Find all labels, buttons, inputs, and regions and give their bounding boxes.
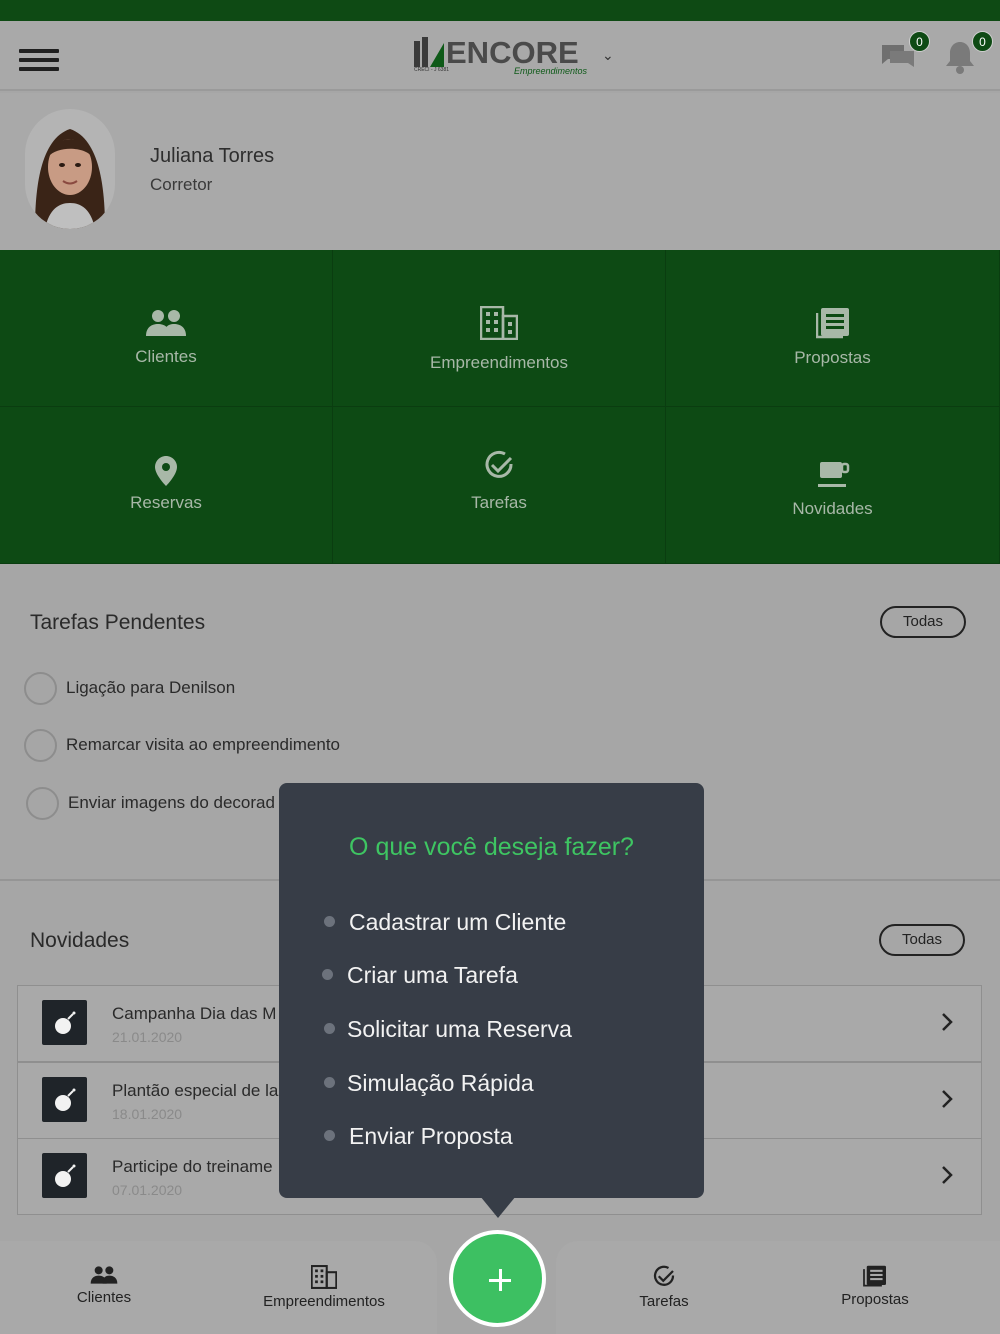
location-pin-icon (155, 456, 177, 486)
bullet-icon (324, 1130, 335, 1142)
tile-label: Empreendimentos (430, 353, 568, 372)
avatar-image (25, 109, 115, 229)
tile-clientes[interactable]: Clientes (0, 250, 333, 407)
nav-clientes[interactable]: Clientes (54, 1241, 154, 1334)
app-header: ENCORE CRECI - J 6381 Empreendimentos ⌄ … (0, 21, 1000, 91)
popup-item-enviar-proposta[interactable]: Enviar Proposta (324, 1123, 513, 1150)
popup-item-criar-tarefa[interactable]: Criar uma Tarefa (322, 962, 518, 989)
news-section-title: Novidades (30, 929, 130, 952)
popup-item-label: Cadastrar um Cliente (349, 909, 567, 935)
tile-label: Propostas (794, 348, 871, 367)
bomb-icon (42, 1000, 87, 1045)
tile-label: Novidades (792, 499, 873, 518)
status-bar (0, 0, 1000, 21)
task-text: Ligação para Denilson (66, 678, 236, 697)
tile-label: Tarefas (471, 493, 527, 512)
brand-creci: CRECI - J 6381 (414, 67, 450, 73)
tile-label: Reservas (130, 493, 202, 512)
list-icon (815, 308, 849, 339)
tile-propostas[interactable]: Propostas (666, 250, 1000, 407)
quick-actions-popup: O que você deseja fazer? Cadastrar um Cl… (279, 783, 704, 1198)
bottom-nav-left: Clientes Empreendimentos (0, 1241, 437, 1334)
popup-title: O que você deseja fazer? (349, 833, 634, 861)
tasks-all-button[interactable]: Todas (880, 606, 966, 638)
popup-item-cadastrar-cliente[interactable]: Cadastrar um Cliente (324, 909, 566, 936)
check-circle-icon[interactable] (24, 672, 57, 705)
news-title: Campanha Dia das M (112, 1004, 277, 1023)
messages-badge: 0 (909, 31, 930, 52)
popup-pointer (480, 1196, 516, 1218)
brand-subtitle: Empreendimentos (514, 66, 588, 76)
logo-mark-icon (414, 37, 444, 67)
nav-label: Empreendimentos (263, 1293, 385, 1310)
news-date: 21.01.2020 (112, 1029, 183, 1045)
popup-item-label: Enviar Proposta (349, 1123, 513, 1149)
profile-card: Juliana Torres Corretor (0, 93, 1000, 250)
news-title: Plantão especial de la (112, 1081, 279, 1100)
shortcut-grid: Clientes Empreendimentos Propostas Reser… (0, 250, 1000, 564)
chevron-down-icon: ⌄ (602, 47, 614, 63)
news-all-button[interactable]: Todas (879, 924, 965, 956)
popup-item-label: Simulação Rápida (347, 1070, 534, 1096)
people-icon (146, 310, 186, 336)
nav-label: Propostas (841, 1291, 909, 1308)
list-icon (863, 1265, 886, 1287)
nav-label: Tarefas (639, 1293, 689, 1310)
tile-label: Clientes (135, 347, 197, 366)
profile-role: Corretor (150, 175, 213, 194)
popup-item-label: Solicitar uma Reserva (347, 1016, 572, 1042)
check-circle-icon[interactable] (26, 787, 59, 820)
bomb-icon (42, 1077, 87, 1122)
popup-item-simulacao-rapida[interactable]: Simulação Rápida (324, 1070, 534, 1097)
bullet-icon (322, 969, 333, 981)
tasks-section-title: Tarefas Pendentes (30, 611, 206, 634)
nav-empreendimentos[interactable]: Empreendimentos (254, 1241, 394, 1334)
check-circle-icon (653, 1265, 675, 1286)
news-date: 18.01.2020 (112, 1106, 183, 1122)
nav-tarefas[interactable]: Tarefas (614, 1241, 714, 1334)
building-icon (480, 306, 518, 340)
chevron-right-icon (942, 1013, 953, 1031)
people-icon (90, 1266, 118, 1284)
check-circle-icon (485, 450, 513, 478)
avatar[interactable] (25, 109, 115, 229)
chevron-right-icon (942, 1166, 953, 1184)
brand-logo[interactable]: ENCORE CRECI - J 6381 Empreendimentos ⌄ (412, 33, 622, 81)
chevron-right-icon (942, 1090, 953, 1108)
menu-icon[interactable] (19, 49, 59, 71)
news-date: 07.01.2020 (112, 1182, 183, 1198)
bullet-icon (324, 1023, 335, 1035)
popup-item-label: Criar uma Tarefa (347, 962, 518, 988)
messages-button[interactable]: 0 (880, 31, 930, 79)
bullet-icon (324, 916, 335, 928)
bomb-icon (42, 1153, 87, 1198)
nav-propostas[interactable]: Propostas (825, 1241, 925, 1334)
plus-icon-vertical (499, 1269, 502, 1291)
coffee-icon (817, 462, 849, 487)
tile-tarefas[interactable]: Tarefas (333, 407, 666, 564)
tile-reservas[interactable]: Reservas (0, 407, 333, 564)
check-circle-icon[interactable] (24, 729, 57, 762)
notifications-button[interactable]: 0 (943, 31, 993, 79)
bottom-nav-right: Tarefas Propostas (556, 1241, 1000, 1334)
news-title: Participe do treiname (112, 1157, 273, 1176)
tile-empreendimentos[interactable]: Empreendimentos (333, 250, 666, 407)
notifications-badge: 0 (972, 31, 993, 52)
nav-label: Clientes (76, 1289, 132, 1306)
add-fab-button[interactable] (449, 1230, 546, 1327)
profile-name: Juliana Torres (150, 145, 275, 167)
tile-novidades[interactable]: Novidades (666, 407, 1000, 564)
building-icon (311, 1265, 337, 1289)
popup-item-solicitar-reserva[interactable]: Solicitar uma Reserva (324, 1016, 572, 1043)
task-text: Remarcar visita ao empreendimento (66, 735, 341, 754)
task-text: Enviar imagens do decorad (68, 793, 275, 812)
bullet-icon (324, 1077, 335, 1089)
